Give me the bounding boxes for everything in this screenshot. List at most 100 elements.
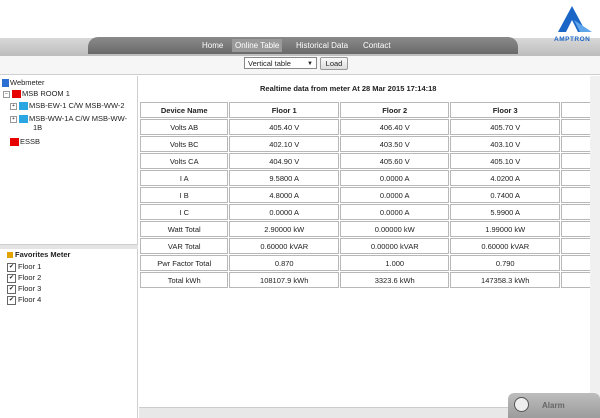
realtime-table: Device Name Floor 1 Floor 2 Floor 3 Volt… bbox=[139, 101, 600, 289]
table-cell: 0.0000 A bbox=[340, 187, 450, 203]
table-cell: 405.10 V bbox=[450, 153, 561, 169]
tree-item-label: MSB-WW-1A C/W MSB-WW- bbox=[29, 114, 128, 123]
table-cell: 405.60 V bbox=[340, 153, 450, 169]
blue-square-icon bbox=[19, 115, 28, 124]
checkbox[interactable]: ✔ bbox=[7, 273, 16, 283]
table-row: Volts BC 402.10 V 403.50 V 403.10 V bbox=[140, 136, 599, 152]
tree-root[interactable]: Webmeter bbox=[2, 78, 45, 88]
collapse-icon[interactable]: − bbox=[3, 90, 10, 98]
tree-item-msb-ww-1a-cont: 1B bbox=[33, 123, 42, 132]
table-cell: 3323.6 kWh bbox=[340, 272, 450, 288]
table-cell: Total kWh bbox=[140, 272, 229, 288]
table-row: Volts AB 405.40 V 406.40 V 405.70 V bbox=[140, 119, 599, 135]
favorite-item[interactable]: ✔ Floor 2 bbox=[7, 273, 41, 283]
table-cell: 0.0000 A bbox=[229, 204, 340, 220]
tree-item-essb[interactable]: ESSB bbox=[10, 137, 41, 147]
favorites-title: Favorites Meter bbox=[15, 250, 71, 259]
table-row: Volts CA 404.90 V 405.60 V 405.10 V bbox=[140, 153, 599, 169]
table-cell: 0.870 bbox=[229, 255, 340, 271]
nav-online-table[interactable]: Online Table bbox=[232, 39, 283, 52]
nav-home[interactable]: Home bbox=[202, 40, 223, 51]
table-row: I C 0.0000 A 0.0000 A 5.9900 A bbox=[140, 204, 599, 220]
table-cell: 406.40 V bbox=[340, 119, 450, 135]
table-cell: Volts BC bbox=[140, 136, 229, 152]
webmeter-icon bbox=[2, 79, 9, 88]
tree-item-msb-ww-1a[interactable]: + MSB-WW-1A C/W MSB-WW- bbox=[10, 114, 128, 124]
tree-item-msb-room-1[interactable]: − MSB ROOM 1 bbox=[3, 89, 70, 99]
favorite-item[interactable]: ✔ Floor 1 bbox=[7, 262, 41, 272]
expand-icon[interactable]: + bbox=[10, 102, 17, 110]
favorite-label: Floor 3 bbox=[18, 284, 42, 293]
table-header-row: Device Name Floor 1 Floor 2 Floor 3 bbox=[140, 102, 599, 118]
table-cell: 405.40 V bbox=[229, 119, 340, 135]
checkbox[interactable]: ✔ bbox=[7, 295, 16, 305]
horizontal-scrollbar[interactable] bbox=[139, 407, 509, 418]
table-row: I B 4.8000 A 0.0000 A 0.7400 A bbox=[140, 187, 599, 203]
table-cell: 0.00000 kVAR bbox=[340, 238, 450, 254]
table-cell: 147358.3 kWh bbox=[450, 272, 561, 288]
table-cell: Volts CA bbox=[140, 153, 229, 169]
table-cell: Pwr Factor Total bbox=[140, 255, 229, 271]
table-cell: 402.10 V bbox=[229, 136, 340, 152]
header-floor-1: Floor 1 bbox=[229, 102, 340, 118]
table-cell: 0.60000 kVAR bbox=[450, 238, 561, 254]
view-select[interactable]: Vertical table ▼ bbox=[244, 57, 317, 69]
table-cell: 0.00000 kW bbox=[340, 221, 450, 237]
table-cell: 0.790 bbox=[450, 255, 561, 271]
table-cell: Volts AB bbox=[140, 119, 229, 135]
header-floor-2: Floor 2 bbox=[340, 102, 450, 118]
table-cell: 9.5800 A bbox=[229, 170, 340, 186]
nav-contact[interactable]: Contact bbox=[363, 40, 391, 51]
favorite-item[interactable]: ✔ Floor 3 bbox=[7, 284, 41, 294]
tree-root-label: Webmeter bbox=[10, 78, 45, 87]
tree-item-label: ESSB bbox=[20, 137, 41, 146]
expand-icon[interactable]: + bbox=[10, 115, 17, 123]
table-cell: 4.0200 A bbox=[450, 170, 561, 186]
main-nav: Home Online Table Historical Data Contac… bbox=[88, 37, 518, 54]
table-cell: 404.90 V bbox=[229, 153, 340, 169]
alarm-clock-icon bbox=[514, 397, 529, 412]
table-cell: 4.8000 A bbox=[229, 187, 340, 203]
favorite-label: Floor 2 bbox=[18, 273, 42, 282]
table-cell: Watt Total bbox=[140, 221, 229, 237]
table-cell: 0.7400 A bbox=[450, 187, 561, 203]
tree-item-label: MSB ROOM 1 bbox=[22, 89, 70, 98]
table-cell: 1.99000 kW bbox=[450, 221, 561, 237]
tree-item-label: MSB-EW-1 C/W MSB-WW-2 bbox=[29, 101, 125, 110]
vertical-scrollbar[interactable] bbox=[590, 76, 600, 406]
table-cell: 2.90000 kW bbox=[229, 221, 340, 237]
checkbox[interactable]: ✔ bbox=[7, 284, 16, 294]
table-row: Total kWh 108107.9 kWh 3323.6 kWh 147358.3 … bbox=[140, 272, 599, 288]
red-square-icon bbox=[12, 90, 21, 99]
table-row: Pwr Factor Total 0.870 1.000 0.790 bbox=[140, 255, 599, 271]
favorite-label: Floor 1 bbox=[18, 262, 42, 271]
checkbox[interactable]: ✔ bbox=[7, 262, 16, 272]
favorite-item[interactable]: ✔ Floor 4 bbox=[7, 295, 41, 305]
table-cell: 1.000 bbox=[340, 255, 450, 271]
tree-item-label-cont: 1B bbox=[33, 123, 43, 132]
table-row: Watt Total 2.90000 kW 0.00000 kW 1.99000 kW bbox=[140, 221, 599, 237]
table-cell: I B bbox=[140, 187, 229, 203]
favorite-label: Floor 4 bbox=[18, 295, 42, 304]
header-device-name: Device Name bbox=[140, 102, 229, 118]
logo-text: AMPTRON bbox=[554, 36, 591, 43]
page-title: Realtime data from meter At 28 Mar 2015 … bbox=[260, 84, 437, 93]
chevron-down-icon: ▼ bbox=[307, 61, 313, 67]
table-cell: 0.0000 A bbox=[340, 204, 450, 220]
alarm-label: Alarm bbox=[542, 401, 565, 410]
favorite-icon bbox=[7, 252, 13, 259]
blue-square-icon bbox=[19, 102, 28, 111]
table-cell: 0.60000 kVAR bbox=[229, 238, 340, 254]
meter-tree: Webmeter − MSB ROOM 1 + MSB-EW-1 C/W MSB-W… bbox=[0, 76, 138, 246]
table-row: VAR Total 0.60000 kVAR 0.00000 kVAR 0.60000… bbox=[140, 238, 599, 254]
view-select-value: Vertical table bbox=[248, 59, 291, 68]
table-cell: 403.10 V bbox=[450, 136, 561, 152]
tree-item-msb-ew-1[interactable]: + MSB-EW-1 C/W MSB-WW-2 bbox=[10, 101, 125, 111]
table-row: I A 9.5800 A 0.0000 A 4.0200 A bbox=[140, 170, 599, 186]
favorites-header: Favorites Meter bbox=[7, 250, 70, 259]
nav-historical-data[interactable]: Historical Data bbox=[296, 40, 348, 51]
table-cell: 405.70 V bbox=[450, 119, 561, 135]
header-floor-3: Floor 3 bbox=[450, 102, 561, 118]
table-cell: 5.9900 A bbox=[450, 204, 561, 220]
load-button[interactable]: Load bbox=[320, 57, 348, 70]
